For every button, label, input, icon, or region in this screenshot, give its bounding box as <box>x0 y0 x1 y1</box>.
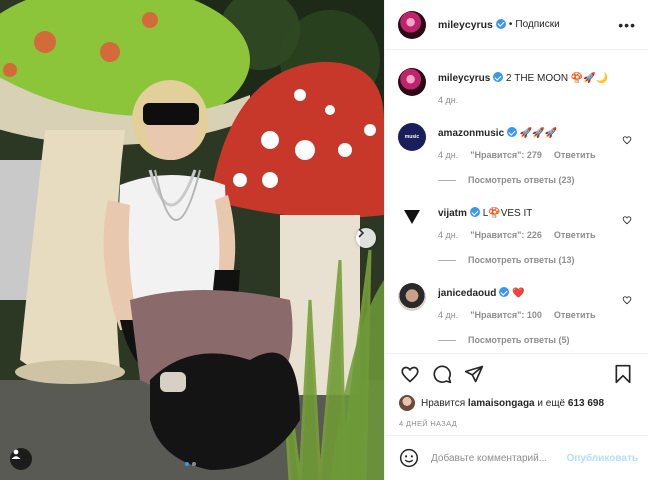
comment-item: janicedaoud ❤️ 4 дн. "Нравится": 100 Отв… <box>398 265 634 345</box>
caption-avatar[interactable] <box>398 68 426 96</box>
comment-username[interactable]: janicedaoud <box>438 288 496 299</box>
post-time-ago[interactable]: 4 ДНЕЙ НАЗАД <box>385 413 648 435</box>
likes-summary: Нравится lamaisongaga и ещё 613 698 <box>385 393 648 413</box>
view-replies-button[interactable]: Посмотреть ответы (13) <box>438 255 634 265</box>
post-sidebar: mileycyrus • Подписки ••• mileycyrus 2 T… <box>384 0 648 480</box>
user-tag-icon <box>11 449 21 459</box>
liker-username[interactable]: lamaisongaga <box>468 398 535 409</box>
author-avatar[interactable] <box>398 10 426 39</box>
like-comment-heart-icon[interactable] <box>622 295 632 305</box>
header-separator: • <box>508 19 513 30</box>
comment-likes[interactable]: "Нравится": 279 <box>470 150 542 160</box>
post-photo[interactable] <box>0 0 384 480</box>
comment-username[interactable]: vijatm <box>438 208 467 219</box>
carousel-dot-active <box>185 462 189 466</box>
instagram-post-modal: mileycyrus • Подписки ••• mileycyrus 2 T… <box>0 0 648 480</box>
likes-count[interactable]: 613 698 <box>568 398 604 409</box>
following-button[interactable]: Подписки <box>515 19 559 30</box>
photo-illustration <box>0 0 384 480</box>
publish-button[interactable]: Опубликовать <box>567 453 638 464</box>
verified-icon <box>493 72 504 82</box>
comments-list[interactable]: mileycyrus 2 THE MOON 🍄🚀🌙 4 дн. music am… <box>385 50 648 353</box>
post-actions-bar <box>385 353 648 393</box>
like-comment-heart-icon[interactable] <box>622 135 632 145</box>
comment-text: L🍄VES IT <box>482 208 533 219</box>
verified-icon <box>507 127 518 137</box>
vijatm-logo-icon <box>404 210 420 224</box>
comment-time[interactable]: 4 дн. <box>438 230 458 240</box>
liker-avatar[interactable] <box>399 395 415 411</box>
bookmark-icon <box>615 364 631 383</box>
comment-time[interactable]: 4 дн. <box>438 150 458 160</box>
likes-prefix: Нравится <box>421 397 466 409</box>
post-caption: mileycyrus 2 THE MOON 🍄🚀🌙 4 дн. <box>398 50 634 105</box>
caption-time[interactable]: 4 дн. <box>438 95 458 105</box>
reply-button[interactable]: Ответить <box>554 230 596 240</box>
share-button[interactable] <box>463 363 485 385</box>
like-button[interactable] <box>399 363 421 385</box>
comment-button[interactable] <box>431 363 453 385</box>
comment-text: ❤️ <box>512 288 525 299</box>
comment-likes[interactable]: "Нравится": 100 <box>470 310 542 320</box>
comment-icon <box>433 364 452 383</box>
view-replies-button[interactable]: Посмотреть ответы (5) <box>438 335 634 345</box>
replies-divider <box>438 339 456 341</box>
comment-time[interactable]: 4 дн. <box>438 310 458 320</box>
view-replies-label: Посмотреть ответы (5) <box>468 335 570 345</box>
carousel-indicator <box>185 462 196 466</box>
next-photo-button[interactable] <box>356 228 376 248</box>
verified-icon <box>495 18 506 29</box>
comment-item: music amazonmusic 🚀🚀🚀 4 дн. "Нравится": … <box>398 105 634 185</box>
tagged-users-button[interactable] <box>10 448 32 470</box>
view-replies-button[interactable]: Посмотреть ответы (23) <box>438 175 634 185</box>
comment-input[interactable] <box>431 452 567 464</box>
caption-text: 2 THE MOON 🍄🚀🌙 <box>506 73 609 84</box>
replies-divider <box>438 259 456 261</box>
comment-avatar[interactable] <box>398 203 426 231</box>
like-comment-heart-icon[interactable] <box>622 215 632 225</box>
chevron-right-icon <box>358 228 365 238</box>
verified-icon <box>499 287 510 297</box>
verified-icon <box>469 207 480 217</box>
reply-button[interactable]: Ответить <box>554 150 596 160</box>
comment-avatar[interactable]: music <box>398 123 426 151</box>
comment-item: vijatm L🍄VES IT 4 дн. "Нравится": 226 От… <box>398 185 634 265</box>
comment-username[interactable]: amazonmusic <box>438 128 504 139</box>
view-replies-label: Посмотреть ответы (13) <box>468 255 575 265</box>
share-icon <box>464 365 484 382</box>
emoji-icon[interactable] <box>399 448 419 468</box>
more-options-icon[interactable]: ••• <box>618 17 636 33</box>
post-header: mileycyrus • Подписки ••• <box>385 0 648 50</box>
comment-likes[interactable]: "Нравится": 226 <box>470 230 542 240</box>
view-replies-label: Посмотреть ответы (23) <box>468 175 575 185</box>
reply-button[interactable]: Ответить <box>554 310 596 320</box>
save-button[interactable] <box>612 363 634 385</box>
add-comment-bar: Опубликовать <box>385 435 648 480</box>
comment-avatar[interactable] <box>398 283 426 311</box>
likes-middle: и ещё <box>537 397 566 409</box>
comment-text: 🚀🚀🚀 <box>519 128 558 139</box>
author-username[interactable]: mileycyrus <box>438 18 506 31</box>
replies-divider <box>438 179 456 181</box>
caption-username[interactable]: mileycyrus <box>438 73 490 84</box>
heart-icon <box>401 366 419 383</box>
carousel-dot <box>192 462 196 466</box>
